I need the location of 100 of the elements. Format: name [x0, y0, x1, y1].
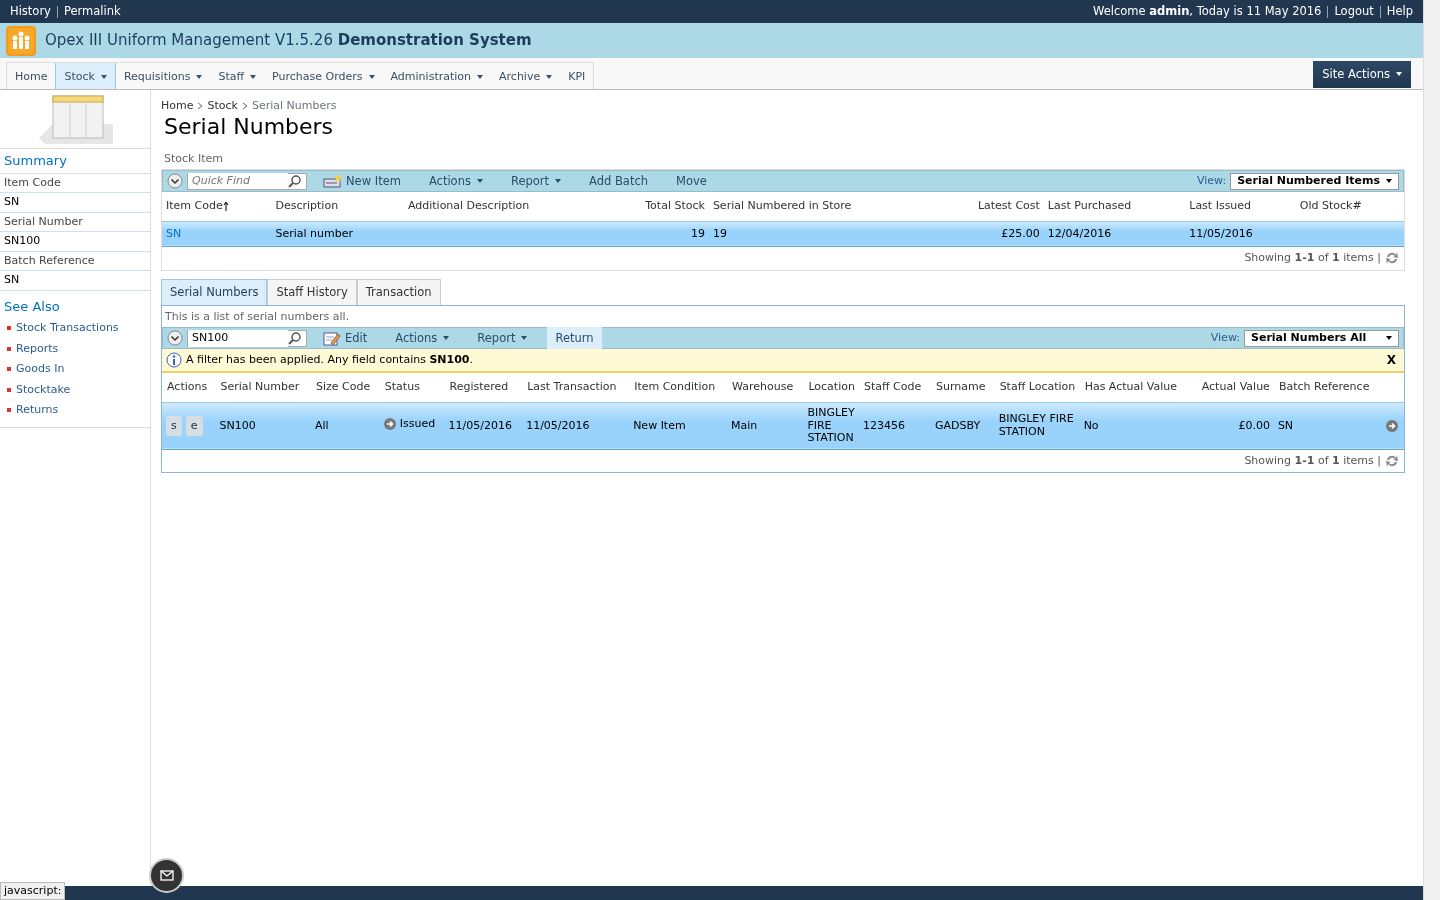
nav-item[interactable]: Staff — [210, 63, 265, 89]
section-label: Stock Item — [164, 150, 224, 167]
table-cell: Main — [731, 418, 758, 432]
scrollbar[interactable] — [1423, 0, 1440, 900]
page-title: Serial Numbers — [164, 114, 335, 139]
table-cell: SN — [1277, 418, 1294, 432]
column-header[interactable]: Additional Description — [403, 192, 605, 222]
column-header[interactable]: Last Transaction — [522, 373, 630, 403]
site-actions-button[interactable]: Site Actions — [1313, 60, 1411, 88]
top-link[interactable]: Permalink — [63, 2, 121, 21]
column-header[interactable]: Serial Number — [215, 373, 312, 403]
sidebar-link[interactable]: Stocktake — [0, 379, 150, 400]
mail-icon — [159, 870, 174, 881]
field-label: Serial Number — [0, 212, 150, 232]
breadcrumb-current: Serial Numbers — [251, 98, 337, 114]
field-value: SN — [0, 271, 150, 291]
logo-icon — [6, 25, 36, 56]
column-header[interactable]: Size Code — [311, 373, 380, 403]
breadcrumb-link[interactable]: Home — [161, 98, 194, 115]
table-cell: 19 — [712, 226, 727, 240]
top-link[interactable]: Logout — [1334, 2, 1374, 21]
column-header[interactable]: Warehouse — [727, 373, 804, 403]
toolbar-button[interactable]: Report — [469, 327, 536, 350]
column-header[interactable]: Total Stock — [604, 192, 709, 222]
column-header[interactable]: Last Issued — [1185, 192, 1296, 222]
column-header[interactable]: Serial Numbered in Store — [708, 192, 936, 222]
see-also-heading: See Also — [3, 297, 61, 316]
table-cell: New Item — [633, 418, 686, 432]
search-field[interactable]: Quick Find — [187, 172, 307, 190]
top-link[interactable]: Help — [1386, 2, 1413, 21]
action-button[interactable]: e — [185, 415, 203, 437]
table-cell: 11/05/2016 — [526, 418, 590, 432]
column-header[interactable]: Staff Location — [994, 373, 1080, 403]
toolbar-button[interactable]: Edit — [315, 327, 376, 350]
column-header[interactable]: Last Purchased — [1043, 192, 1186, 222]
arrow-right-icon[interactable] — [1386, 419, 1399, 432]
chevron-down-icon — [167, 173, 183, 190]
tab[interactable]: Serial Numbers — [161, 278, 268, 305]
table-cell-text: Issued — [399, 416, 436, 432]
toolbar-button[interactable]: Return — [547, 327, 602, 350]
column-header[interactable]: Has Actual Value — [1079, 373, 1190, 403]
table-cell: GADSBY — [935, 418, 981, 432]
table-cell: SN100 — [219, 418, 256, 432]
nav-item[interactable]: Purchase Orders — [264, 63, 383, 89]
breadcrumb-link[interactable]: Stock — [207, 98, 238, 115]
column-header[interactable]: Item Code — [162, 192, 272, 222]
nav-item[interactable]: Home — [7, 63, 56, 89]
tab[interactable]: Staff History — [267, 278, 357, 305]
action-button[interactable]: s — [166, 415, 182, 437]
search-icon — [288, 331, 302, 346]
info-icon — [166, 352, 182, 369]
chevron-down-icon — [167, 330, 183, 347]
column-header[interactable]: Description — [271, 192, 404, 222]
edit-icon — [323, 330, 341, 346]
column-header[interactable]: Actions — [162, 373, 216, 403]
close-button[interactable]: X — [1382, 351, 1400, 370]
toolbar-button[interactable]: New Item — [315, 170, 409, 192]
toolbar-button[interactable]: Move — [668, 170, 715, 192]
column-header[interactable]: Actual Value — [1189, 373, 1274, 403]
nav-item[interactable]: Administration — [382, 63, 492, 89]
nav-item[interactable]: Stock — [55, 63, 116, 89]
table-cell: No — [1083, 418, 1099, 432]
column-header[interactable]: Item Condition — [629, 373, 728, 403]
field-label: Item Code — [0, 173, 150, 193]
bullet-icon — [7, 326, 11, 330]
table-cell: Serial number — [275, 226, 353, 240]
app-title: Opex III Uniform Management V1.5.26 Demonstration System — [45, 30, 532, 52]
toolbar-button[interactable]: Actions — [387, 327, 458, 350]
sidebar-link[interactable]: Goods In — [0, 359, 150, 380]
column-header[interactable]: Staff Code — [858, 373, 931, 403]
column-header[interactable]: Registered — [444, 373, 523, 403]
toolbar-button[interactable]: Add Batch — [581, 170, 657, 192]
table-cell: 12/04/2016 — [1047, 226, 1112, 240]
sidebar-link[interactable]: Returns — [0, 400, 150, 421]
sidebar-link[interactable]: Reports — [0, 338, 150, 359]
table-cell: 11/05/2016 — [448, 418, 512, 432]
column-header[interactable]: Status — [379, 373, 445, 403]
nav-item[interactable]: Requisitions — [115, 63, 211, 89]
nav-item[interactable]: KPI — [560, 63, 594, 89]
column-header[interactable]: Location — [803, 373, 859, 403]
pager-text: Showing 1-1 of 1 items | — [1244, 452, 1381, 469]
mail-button[interactable] — [149, 858, 184, 893]
description-text: This is a list of serial numbers all. — [164, 308, 351, 325]
column-header[interactable]: Surname — [931, 373, 995, 403]
bullet-icon — [7, 387, 11, 392]
column-header[interactable]: Batch Reference — [1273, 373, 1383, 403]
pager-text: Showing 1-1 of 1 items | — [1244, 250, 1381, 267]
table-cell: 19 — [690, 226, 705, 240]
search-field[interactable]: SN100 — [187, 329, 307, 347]
toolbar-button[interactable]: Actions — [420, 170, 491, 192]
view-dropdown[interactable]: Serial Numbered Items — [1230, 172, 1399, 190]
top-link[interactable]: History — [10, 2, 51, 21]
view-dropdown[interactable]: Serial Numbers All — [1244, 329, 1399, 347]
column-header[interactable]: Latest Cost — [935, 192, 1044, 222]
sidebar-link[interactable]: Stock Transactions — [0, 318, 150, 339]
column-header[interactable]: Old Stock# — [1295, 192, 1404, 222]
nav-item[interactable]: Archive — [491, 63, 561, 89]
tab[interactable]: Transaction — [356, 278, 441, 305]
table-cell: All — [315, 418, 329, 432]
toolbar-button[interactable]: Report — [502, 170, 570, 192]
